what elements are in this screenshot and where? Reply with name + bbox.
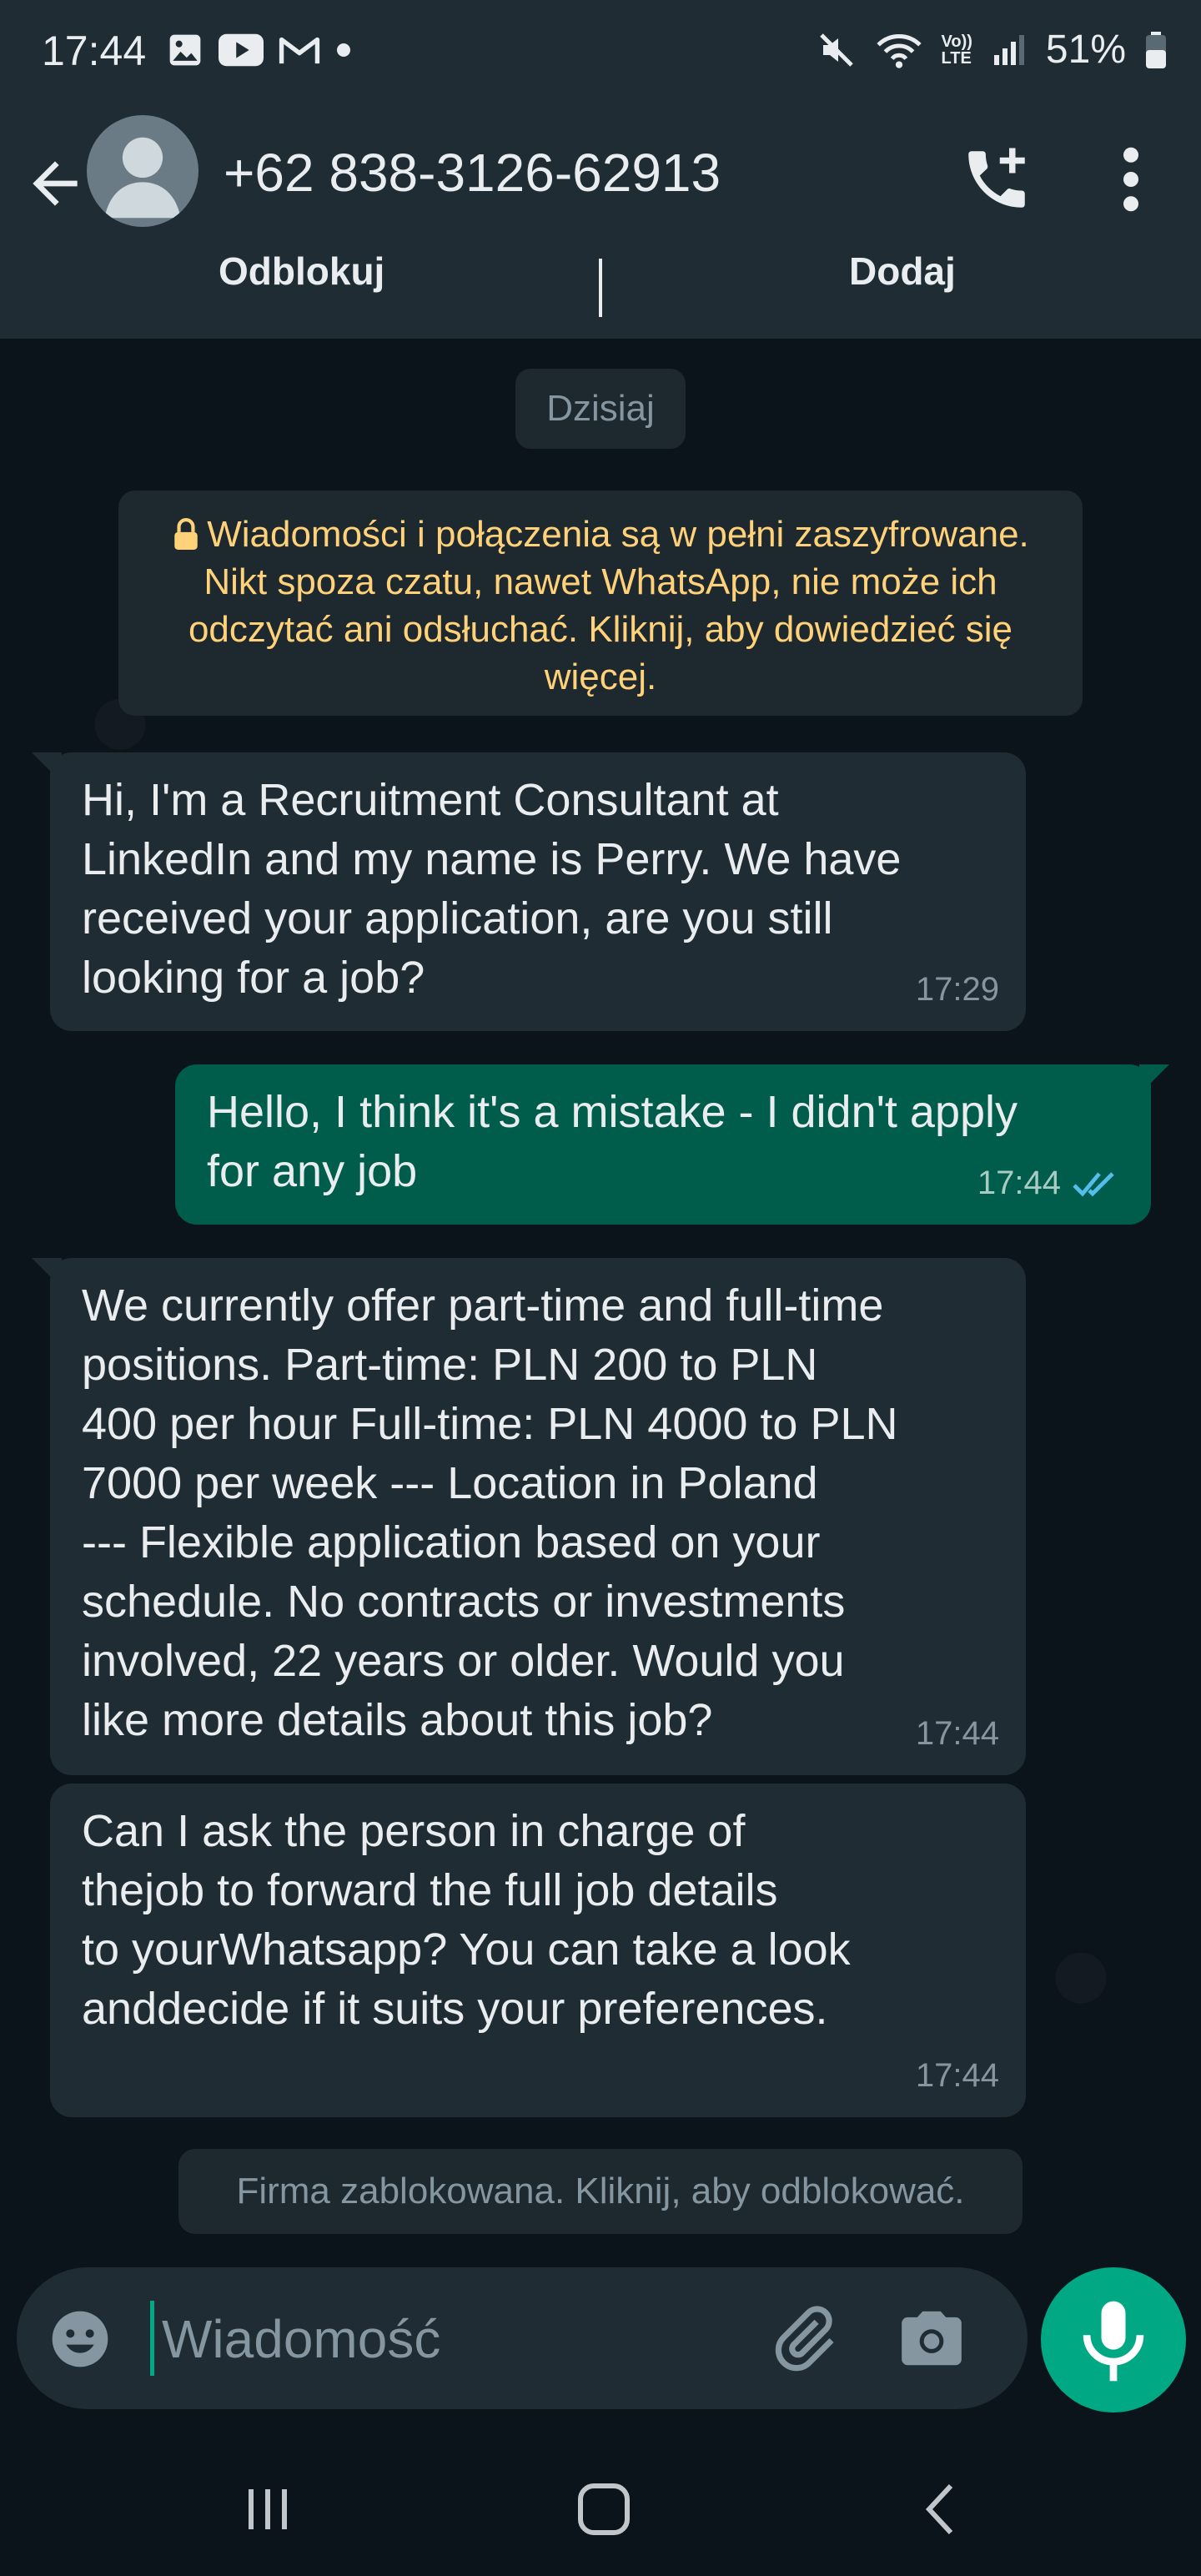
message-incoming[interactable]: Hi, I'm a Recruitment Consultant at Link… (32, 752, 1026, 1031)
back-icon[interactable] (909, 2476, 976, 2543)
mic-button[interactable] (1041, 2267, 1186, 2412)
avatar-icon (104, 137, 181, 219)
lte-indicator: Vo)) LTE (942, 33, 972, 67)
wifi-icon (876, 33, 922, 68)
system-icons: Vo)) LTE 51% (817, 27, 1168, 73)
message-text: Can I ask the person in charge of thejob… (82, 1806, 851, 2034)
date-chip: Dzisiaj (515, 369, 686, 449)
message-composer (17, 2267, 1028, 2409)
mute-icon (819, 33, 853, 67)
bubble-tail (32, 752, 62, 782)
lock-icon (174, 518, 198, 550)
attach-icon[interactable] (767, 2302, 839, 2374)
youtube-icon (219, 33, 264, 67)
avatar[interactable] (87, 115, 198, 227)
encryption-notice-text: Wiadomości i połączenia są w pełni zaszy… (188, 514, 1029, 697)
message-outgoing[interactable]: Hello, I think it's a mistake - I didn't… (175, 1064, 1169, 1225)
add-contact-button[interactable]: Dodaj (849, 249, 956, 294)
signal-icon (993, 34, 1024, 65)
read-ticks-icon (1073, 1171, 1114, 1197)
gallery-icon (169, 34, 201, 66)
dot-icon (337, 43, 350, 57)
message-incoming[interactable]: Can I ask the person in charge of thejob… (50, 1784, 1026, 2117)
message-time: 17:44 (977, 1165, 1061, 1201)
home-icon[interactable] (570, 2476, 637, 2543)
bubble-tail (1139, 1064, 1169, 1094)
battery-percentage: 51% (1045, 28, 1126, 72)
message-time-container: 17:44 (916, 2046, 999, 2106)
notification-icons (167, 32, 352, 68)
contact-name[interactable]: +62 838-3126-62913 (224, 142, 721, 204)
emoji-icon[interactable] (47, 2306, 113, 2372)
text-caret (150, 2301, 154, 2376)
add-call-icon[interactable] (959, 142, 1034, 217)
message-time-container: 17:29 (916, 960, 999, 1019)
volte-label: Vo)) (941, 32, 972, 51)
mic-icon (1083, 2301, 1144, 2382)
message-time: 17:44 (915, 1715, 999, 1752)
camera-icon[interactable] (896, 2302, 967, 2374)
message-time: 17:29 (915, 971, 999, 1008)
action-divider (599, 259, 602, 317)
back-arrow-icon[interactable] (22, 150, 88, 217)
status-bar: 17:44 Vo)) LTE 51% (0, 0, 1201, 108)
message-time-container: 17:44 (977, 1154, 1124, 1213)
battery-icon (1146, 31, 1166, 68)
message-time: 17:44 (915, 2057, 999, 2094)
encryption-notice[interactable]: Wiadomości i połączenia są w pełni zaszy… (118, 491, 1083, 716)
message-text: We currently offer part-time and full-ti… (82, 1280, 898, 1745)
blocked-notice[interactable]: Firma zablokowana. Kliknij, aby odblokow… (178, 2149, 1023, 2234)
recents-icon[interactable] (235, 2476, 302, 2543)
message-text: Hi, I'm a Recruitment Consultant at Link… (82, 775, 902, 1003)
message-input[interactable] (160, 2301, 747, 2377)
message-time-container: 17:44 (916, 1704, 999, 1763)
gmail-icon (279, 37, 320, 64)
more-vert-icon[interactable] (1114, 142, 1148, 217)
system-navbar (0, 2434, 1201, 2576)
chat-header: +62 838-3126-62913 (0, 108, 1201, 259)
bubble-tail (32, 1258, 62, 1288)
block-action-bar: Odblokuj Dodaj (0, 249, 1201, 339)
status-time: 17:44 (42, 28, 147, 74)
unblock-button[interactable]: Odblokuj (219, 249, 384, 294)
message-incoming[interactable]: We currently offer part-time and full-ti… (32, 1258, 1026, 1775)
lte-label: LTE (941, 48, 972, 68)
